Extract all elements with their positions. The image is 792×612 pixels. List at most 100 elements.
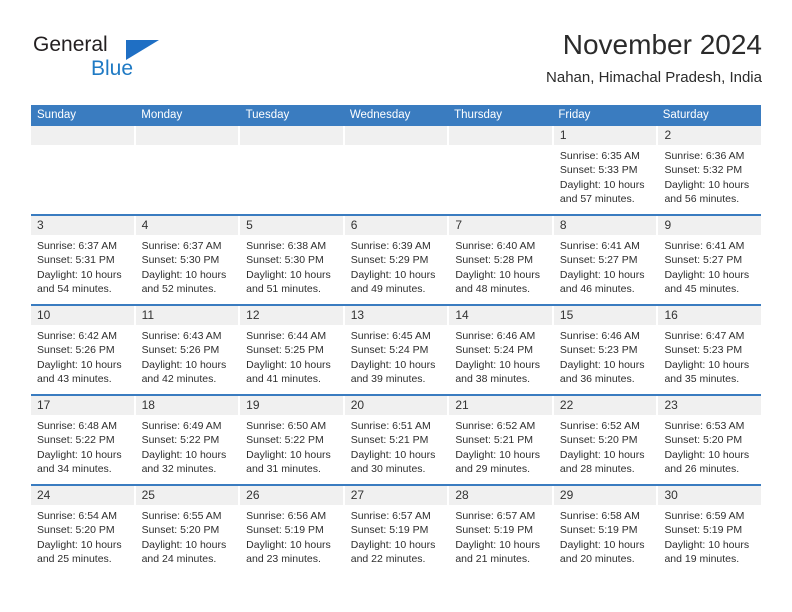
day-cell-23[interactable]: 23 Sunrise: 6:53 AM Sunset: 5:20 PM Dayligh… [658,396,762,484]
day-number: 11 [135,306,239,325]
day-cell-11[interactable]: 11 Sunrise: 6:43 AM Sunset: 5:26 PM Dayligh… [135,306,241,394]
day-cell-27[interactable]: 27 Sunrise: 6:57 AM Sunset: 5:19 PM Dayligh… [344,486,450,574]
day-number: 30 [658,486,762,505]
day-number: 14 [449,306,552,325]
day-cell-18[interactable]: 18 Sunrise: 6:49 AM Sunset: 5:22 PM Dayligh… [135,396,241,484]
sunrise-text: Sunrise: 6:41 AM [664,240,745,252]
day-cell-empty [240,126,345,214]
day-cell-14[interactable]: 14 Sunrise: 6:46 AM Sunset: 5:24 PM Dayligh… [449,306,554,394]
day-details: Sunrise: 6:55 AM Sunset: 5:20 PM Daylight:… [136,505,239,567]
sunrise-text: Sunrise: 6:55 AM [141,510,222,522]
calendar-week-row: 24 Sunrise: 6:54 AM Sunset: 5:20 PM Dayligh… [31,484,762,574]
sunset-text: Sunset: 5:19 PM [246,524,324,537]
day-cell-1[interactable]: 1 Sunrise: 6:35 AM Sunset: 5:33 PM Daylight… [553,126,659,214]
day-cell-16[interactable]: 16 Sunrise: 6:47 AM Sunset: 5:23 PM Dayligh… [658,306,762,394]
day-details: Sunrise: 6:43 AM Sunset: 5:26 PM Daylight:… [136,325,239,387]
day-cell-9[interactable]: 9 Sunrise: 6:41 AM Sunset: 5:27 PM Daylight… [658,216,762,304]
day-cell-28[interactable]: 28 Sunrise: 6:57 AM Sunset: 5:19 PM Dayligh… [449,486,554,574]
day-cell-15[interactable]: 15 Sunrise: 6:46 AM Sunset: 5:23 PM Dayligh… [553,306,659,394]
sunset-text: Sunset: 5:25 PM [246,344,324,357]
day-details: Sunrise: 6:45 AM Sunset: 5:24 PM Daylight:… [345,325,448,387]
sunrise-text: Sunrise: 6:57 AM [455,510,536,522]
weekday-header-wednesday: Wednesday [349,109,411,121]
day-cell-26[interactable]: 26 Sunrise: 6:56 AM Sunset: 5:19 PM Dayligh… [240,486,345,574]
sunrise-text: Sunrise: 6:44 AM [246,330,327,342]
day-number: 27 [344,486,448,505]
day-cell-19[interactable]: 19 Sunrise: 6:50 AM Sunset: 5:22 PM Dayligh… [240,396,345,484]
sunrise-text: Sunrise: 6:40 AM [455,240,536,252]
day-cell-13[interactable]: 13 Sunrise: 6:45 AM Sunset: 5:24 PM Dayligh… [344,306,450,394]
daylight-text: Daylight: 10 hours and 36 minutes. [559,358,645,386]
daylight-text: Daylight: 10 hours and 22 minutes. [350,538,436,566]
day-number: 26 [240,486,343,505]
day-details: Sunrise: 6:52 AM Sunset: 5:21 PM Daylight:… [449,415,552,477]
day-details [136,145,239,149]
brand-name-general: General [33,33,108,56]
day-details: Sunrise: 6:37 AM Sunset: 5:31 PM Daylight:… [31,235,134,297]
day-cell-4[interactable]: 4 Sunrise: 6:37 AM Sunset: 5:30 PM Daylight… [135,216,241,304]
day-details: Sunrise: 6:47 AM Sunset: 5:23 PM Daylight:… [658,325,761,387]
daylight-text: Daylight: 10 hours and 57 minutes. [559,178,645,206]
day-number: 19 [240,396,343,415]
day-number: 21 [449,396,552,415]
day-cell-22[interactable]: 22 Sunrise: 6:52 AM Sunset: 5:20 PM Dayligh… [553,396,659,484]
daylight-text: Daylight: 10 hours and 20 minutes. [559,538,645,566]
daylight-text: Daylight: 10 hours and 34 minutes. [37,448,122,476]
sunset-text: Sunset: 5:20 PM [37,524,115,537]
daylight-text: Daylight: 10 hours and 42 minutes. [141,358,227,386]
sunrise-text: Sunrise: 6:37 AM [141,240,222,252]
day-cell-7[interactable]: 7 Sunrise: 6:40 AM Sunset: 5:28 PM Daylight… [449,216,554,304]
day-number: 2 [658,126,762,145]
day-cell-10[interactable]: 10 Sunrise: 6:42 AM Sunset: 5:26 PM Dayligh… [31,306,136,394]
sunrise-text: Sunrise: 6:42 AM [37,330,117,342]
day-details: Sunrise: 6:53 AM Sunset: 5:20 PM Daylight:… [658,415,761,477]
brand-logo[interactable]: General Blue [33,32,163,84]
daylight-text: Daylight: 10 hours and 46 minutes. [559,268,645,296]
day-cell-20[interactable]: 20 Sunrise: 6:51 AM Sunset: 5:21 PM Dayligh… [344,396,450,484]
day-number: 25 [135,486,239,505]
day-cell-21[interactable]: 21 Sunrise: 6:52 AM Sunset: 5:21 PM Dayligh… [449,396,554,484]
weekday-header-tuesday: Tuesday [245,109,290,121]
calendar-weeks: 1 Sunrise: 6:35 AM Sunset: 5:33 PM Daylight… [31,126,762,574]
daylight-text: Daylight: 10 hours and 23 minutes. [246,538,331,566]
daylight-text: Daylight: 10 hours and 29 minutes. [455,448,540,476]
brand-name-blue: Blue [91,57,134,80]
day-details: Sunrise: 6:54 AM Sunset: 5:20 PM Daylight:… [31,505,134,567]
sunset-text: Sunset: 5:21 PM [455,434,533,447]
day-cell-24[interactable]: 24 Sunrise: 6:54 AM Sunset: 5:20 PM Dayligh… [31,486,136,574]
day-cell-5[interactable]: 5 Sunrise: 6:38 AM Sunset: 5:30 PM Daylight… [240,216,345,304]
day-cell-8[interactable]: 8 Sunrise: 6:41 AM Sunset: 5:27 PM Daylight… [553,216,659,304]
sunrise-text: Sunrise: 6:36 AM [664,150,745,162]
day-details: Sunrise: 6:57 AM Sunset: 5:19 PM Daylight:… [345,505,448,567]
day-cell-29[interactable]: 29 Sunrise: 6:58 AM Sunset: 5:19 PM Dayligh… [553,486,659,574]
page-subtitle: Nahan, Himachal Pradesh, India [546,69,762,86]
sunrise-text: Sunrise: 6:50 AM [246,420,327,432]
day-cell-6[interactable]: 6 Sunrise: 6:39 AM Sunset: 5:29 PM Daylight… [344,216,450,304]
day-cell-empty [135,126,241,214]
day-cell-3[interactable]: 3 Sunrise: 6:37 AM Sunset: 5:31 PM Daylight… [31,216,136,304]
sunset-text: Sunset: 5:24 PM [455,344,533,357]
day-details: Sunrise: 6:35 AM Sunset: 5:33 PM Daylight:… [554,145,657,207]
day-cell-25[interactable]: 25 Sunrise: 6:55 AM Sunset: 5:20 PM Dayligh… [135,486,241,574]
day-cell-2[interactable]: 2 Sunrise: 6:36 AM Sunset: 5:32 PM Daylight… [658,126,762,214]
day-number [240,126,343,145]
sunset-text: Sunset: 5:27 PM [559,254,638,267]
day-details [240,145,343,149]
sunset-text: Sunset: 5:22 PM [37,434,115,447]
sunset-text: Sunset: 5:21 PM [350,434,429,447]
sunrise-text: Sunrise: 6:47 AM [664,330,745,342]
day-cell-17[interactable]: 17 Sunrise: 6:48 AM Sunset: 5:22 PM Dayligh… [31,396,136,484]
daylight-text: Daylight: 10 hours and 52 minutes. [141,268,227,296]
sunset-text: Sunset: 5:19 PM [559,524,638,537]
weekday-header-row: Sunday Monday Tuesday Wednesday Thursday Frid… [31,105,761,126]
sunset-text: Sunset: 5:19 PM [350,524,429,537]
calendar-week-row: 17 Sunrise: 6:48 AM Sunset: 5:22 PM Dayligh… [31,394,762,484]
daylight-text: Daylight: 10 hours and 54 minutes. [37,268,122,296]
sunrise-text: Sunrise: 6:51 AM [350,420,431,432]
daylight-text: Daylight: 10 hours and 39 minutes. [350,358,436,386]
day-cell-12[interactable]: 12 Sunrise: 6:44 AM Sunset: 5:25 PM Dayligh… [240,306,345,394]
day-cell-30[interactable]: 30 Sunrise: 6:59 AM Sunset: 5:19 PM Dayligh… [658,486,762,574]
day-number [31,126,134,145]
day-number: 24 [31,486,134,505]
sunset-text: Sunset: 5:26 PM [141,344,220,357]
